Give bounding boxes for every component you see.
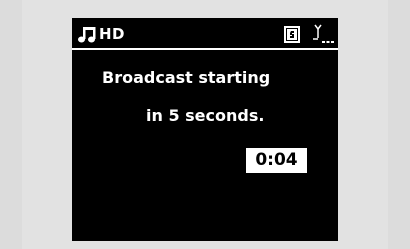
countdown-timer: 0:04: [246, 148, 307, 173]
status-divider: [72, 48, 338, 50]
music-note-icon: [78, 26, 98, 44]
status-bar: HD: [72, 18, 338, 48]
signal-antenna-icon: [313, 24, 335, 45]
display-screen: HD Broadcast starting in 5 seconds. 0:04: [72, 18, 338, 241]
message-line-2: in 5 seconds.: [146, 106, 265, 125]
message-line-1: Broadcast starting: [102, 68, 271, 87]
battery-icon: [284, 26, 300, 43]
source-label: HD: [99, 25, 126, 43]
